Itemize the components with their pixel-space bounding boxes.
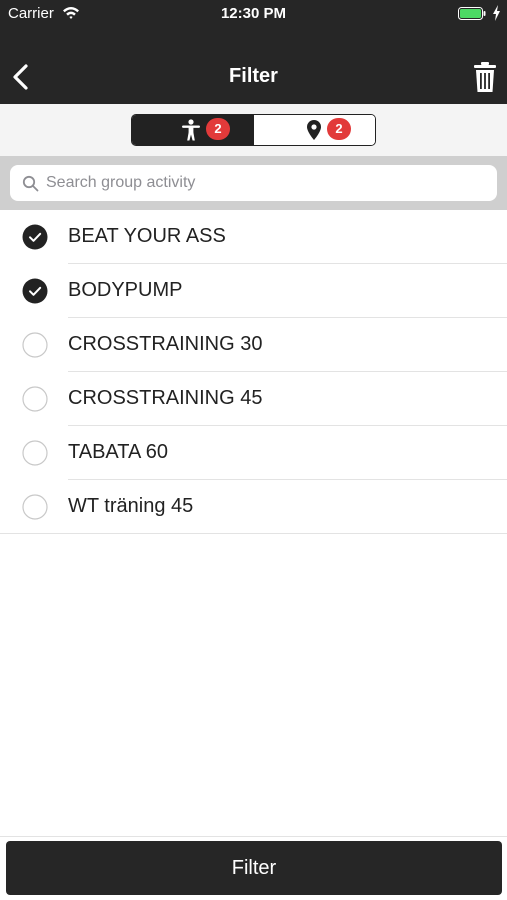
activity-label: WT träning 45 xyxy=(68,495,194,517)
checkbox-checked-icon[interactable] xyxy=(22,224,48,250)
navigation-bar: Carrier 12:30 PM Filter xyxy=(0,0,507,104)
checkbox-unchecked-icon[interactable] xyxy=(22,440,48,466)
checkbox-checked-icon[interactable] xyxy=(22,278,48,304)
checkbox-unchecked-icon[interactable] xyxy=(22,332,48,358)
filter-type-segmented-control: 2 2 xyxy=(131,114,376,146)
search-icon xyxy=(22,175,39,192)
checkbox-unchecked-icon[interactable] xyxy=(22,386,48,412)
segment-location[interactable]: 2 xyxy=(254,115,375,145)
row-divider xyxy=(0,533,507,534)
status-time: 12:30 PM xyxy=(220,5,287,22)
activity-label: BODYPUMP xyxy=(68,279,183,301)
activity-label: CROSSTRAINING 45 xyxy=(68,387,263,409)
list-item[interactable]: WT träning 45 xyxy=(0,480,507,534)
list-item[interactable]: CROSSTRAINING 30 xyxy=(0,318,507,372)
segment-activity[interactable]: 2 xyxy=(132,115,254,145)
page-title: Filter xyxy=(229,65,278,87)
location-count-badge: 2 xyxy=(327,118,351,140)
search-input[interactable] xyxy=(46,165,486,201)
filter-type-bar: 2 2 xyxy=(0,104,507,156)
filter-button[interactable]: Filter xyxy=(6,841,502,895)
charging-bolt-icon xyxy=(493,5,500,21)
person-icon xyxy=(182,119,200,141)
list-item[interactable]: TABATA 60 xyxy=(0,426,507,480)
activity-count-badge: 2 xyxy=(206,118,230,140)
list-item[interactable]: CROSSTRAINING 45 xyxy=(0,372,507,426)
activity-label: CROSSTRAINING 30 xyxy=(68,333,263,355)
list-item[interactable]: BEAT YOUR ASS xyxy=(0,210,507,264)
checkbox-unchecked-icon[interactable] xyxy=(22,494,48,520)
search-bar xyxy=(0,156,507,210)
location-pin-icon xyxy=(307,120,321,140)
activity-label: TABATA 60 xyxy=(68,441,169,463)
trash-icon[interactable] xyxy=(470,60,500,94)
footer-divider xyxy=(0,836,507,837)
activity-label: BEAT YOUR ASS xyxy=(68,225,226,247)
battery-icon xyxy=(458,7,486,20)
list-item[interactable]: BODYPUMP xyxy=(0,264,507,318)
search-box[interactable] xyxy=(10,165,497,201)
status-bar: Carrier 12:30 PM xyxy=(0,0,507,30)
activity-list: BEAT YOUR ASS BODYPUMP CROSSTRAINING 30 CRO… xyxy=(0,210,507,534)
